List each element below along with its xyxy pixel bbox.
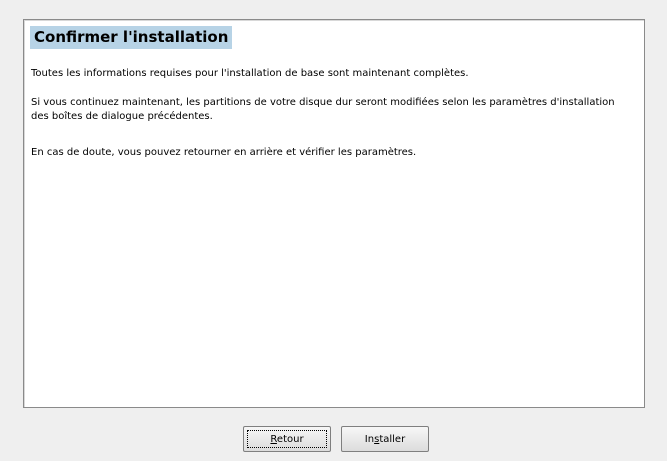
back-button-label: Retour	[270, 433, 304, 445]
install-button-label: Installer	[364, 433, 406, 445]
install-button[interactable]: Installer	[341, 426, 429, 452]
content-panel: Confirmer l'installation Toutes les info…	[23, 19, 645, 408]
info-paragraph-doubt: En cas de doute, vous pouvez retourner e…	[31, 147, 417, 158]
info-paragraph-partitions: Si vous continuez maintenant, les partit…	[31, 97, 615, 122]
info-paragraph-complete: Toutes les informations requises pour l'…	[31, 68, 469, 79]
back-button[interactable]: Retour	[243, 426, 331, 452]
confirm-installation-dialog: Confirmer l'installation Toutes les info…	[0, 0, 667, 461]
dialog-title: Confirmer l'installation	[30, 26, 233, 49]
